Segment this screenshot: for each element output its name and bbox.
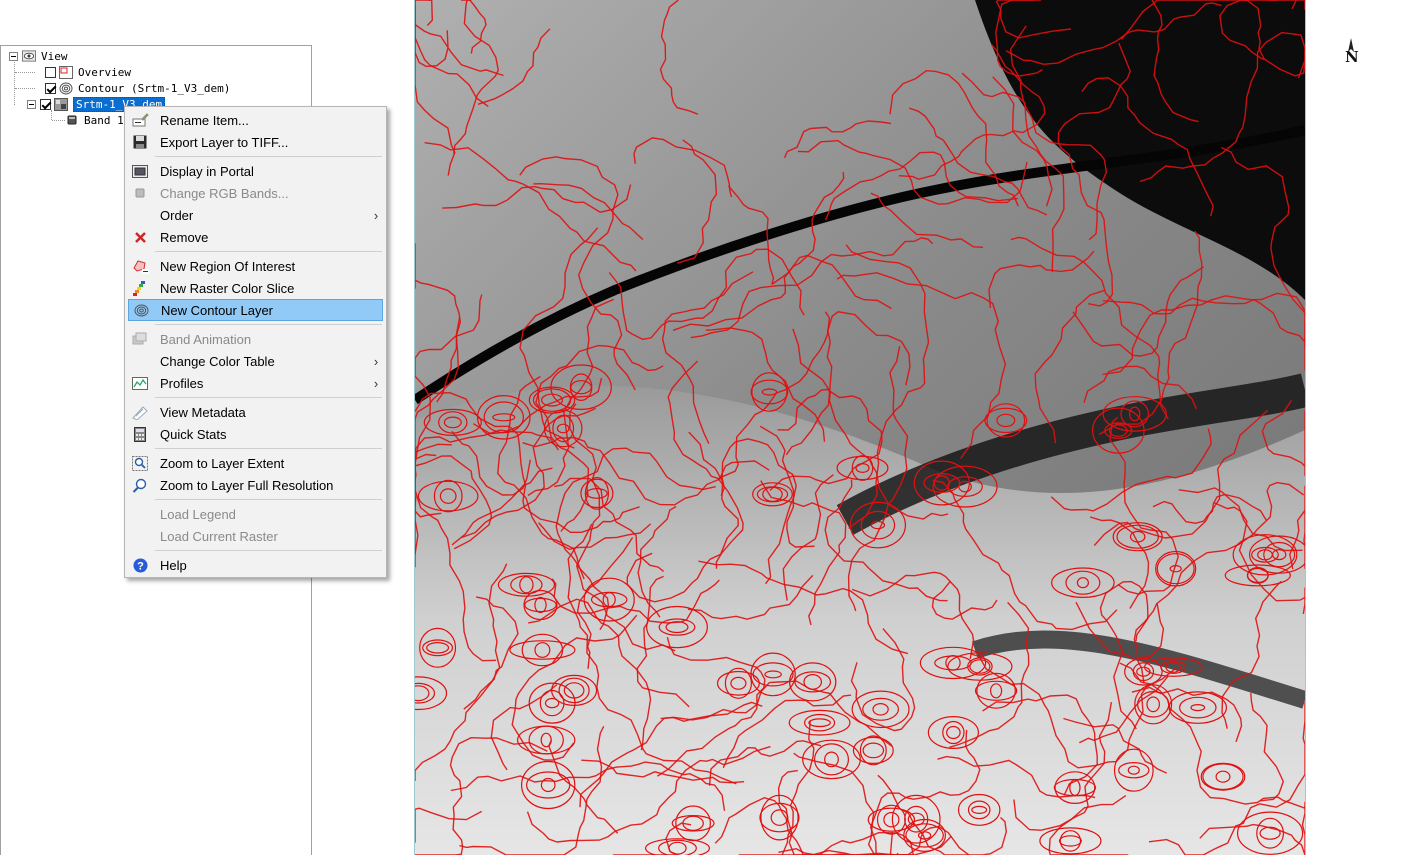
north-arrow: N <box>1340 36 1362 70</box>
tree-node-contour[interactable]: Contour (Srtm-1_V3_dem) <box>45 80 230 96</box>
submenu-arrow-icon: › <box>373 353 379 369</box>
north-label: N <box>1345 48 1359 66</box>
layer-visibility-checkbox[interactable] <box>40 98 51 110</box>
layer-visibility-checkbox[interactable] <box>45 82 56 94</box>
portal-icon <box>131 163 149 179</box>
tree-node-label: Contour (Srtm-1_V3_dem) <box>78 81 231 95</box>
band-icon <box>65 114 79 127</box>
menu-item-rename[interactable]: Rename Item... <box>128 109 383 131</box>
tree-connector <box>15 72 35 73</box>
menu-item-export-tiff[interactable]: Export Layer to TIFF... <box>128 131 383 153</box>
tree-node-label: View <box>41 49 68 63</box>
tree-node-overview[interactable]: Overview <box>45 64 131 80</box>
tree-connector <box>14 57 15 105</box>
layer-visibility-checkbox[interactable] <box>45 66 56 78</box>
menu-item-band-animation[interactable]: Band Animation <box>128 328 383 350</box>
menu-item-load-current-raster[interactable]: Load Current Raster <box>128 525 383 547</box>
tree-node-label: Band 1 <box>84 113 124 127</box>
menu-separator <box>155 448 382 449</box>
svg-text:?: ? <box>137 560 144 572</box>
menu-item-change-rgb[interactable]: Change RGB Bands... <box>128 182 383 204</box>
menu-separator <box>155 397 382 398</box>
map-view[interactable] <box>414 0 1306 855</box>
submenu-arrow-icon: › <box>373 207 379 223</box>
raster-layer-icon <box>54 97 68 111</box>
menu-item-zoom-extent[interactable]: Zoom to Layer Extent <box>128 452 383 474</box>
menu-separator <box>155 251 382 252</box>
menu-separator <box>155 499 382 500</box>
zoom-full-icon <box>131 477 149 493</box>
menu-item-quick-stats[interactable]: Quick Stats <box>128 423 383 445</box>
collapse-toggle[interactable] <box>9 51 18 61</box>
profiles-icon <box>131 375 149 391</box>
menu-separator <box>155 324 382 325</box>
calculator-icon <box>131 426 149 442</box>
overview-icon <box>59 65 73 79</box>
submenu-arrow-icon: › <box>373 375 379 391</box>
menu-item-help[interactable]: ? Help <box>128 554 383 576</box>
tree-connector <box>15 88 35 89</box>
zoom-extent-icon <box>131 455 149 471</box>
collapse-toggle[interactable] <box>27 99 36 109</box>
menu-separator <box>155 550 382 551</box>
color-slice-icon <box>131 280 149 296</box>
roi-icon <box>131 258 149 274</box>
tree-node-band-1[interactable]: Band 1 <box>65 112 124 128</box>
eye-icon <box>22 50 36 63</box>
menu-item-remove[interactable]: Remove <box>128 226 383 248</box>
menu-item-view-metadata[interactable]: View Metadata <box>128 401 383 423</box>
contour-icon <box>59 82 73 95</box>
metadata-icon <box>131 404 149 420</box>
layer-context-menu[interactable]: Rename Item... Export Layer to TIFF... D… <box>124 106 387 578</box>
menu-item-new-roi[interactable]: New Region Of Interest <box>128 255 383 277</box>
menu-item-new-contour[interactable]: New Contour Layer <box>128 299 383 321</box>
menu-item-display-portal[interactable]: Display in Portal <box>128 160 383 182</box>
rgb-bands-icon <box>131 185 149 201</box>
tree-connector <box>52 120 65 121</box>
menu-item-load-legend[interactable]: Load Legend <box>128 503 383 525</box>
menu-item-zoom-full-res[interactable]: Zoom to Layer Full Resolution <box>128 474 383 496</box>
dem-contour-map <box>415 0 1305 855</box>
menu-item-new-color-slice[interactable]: New Raster Color Slice <box>128 277 383 299</box>
menu-separator <box>155 156 382 157</box>
rename-icon <box>131 112 149 128</box>
menu-item-change-color-table[interactable]: Change Color Table › <box>128 350 383 372</box>
menu-item-order[interactable]: Order › <box>128 204 383 226</box>
tree-node-label: Overview <box>78 65 131 79</box>
menu-item-profiles[interactable]: Profiles › <box>128 372 383 394</box>
tree-node-view[interactable]: View <box>9 48 68 64</box>
contour-icon <box>132 302 150 318</box>
help-icon: ? <box>131 557 149 573</box>
band-animation-icon <box>131 331 149 347</box>
floppy-disk-icon <box>131 134 149 150</box>
red-x-icon <box>131 229 149 245</box>
